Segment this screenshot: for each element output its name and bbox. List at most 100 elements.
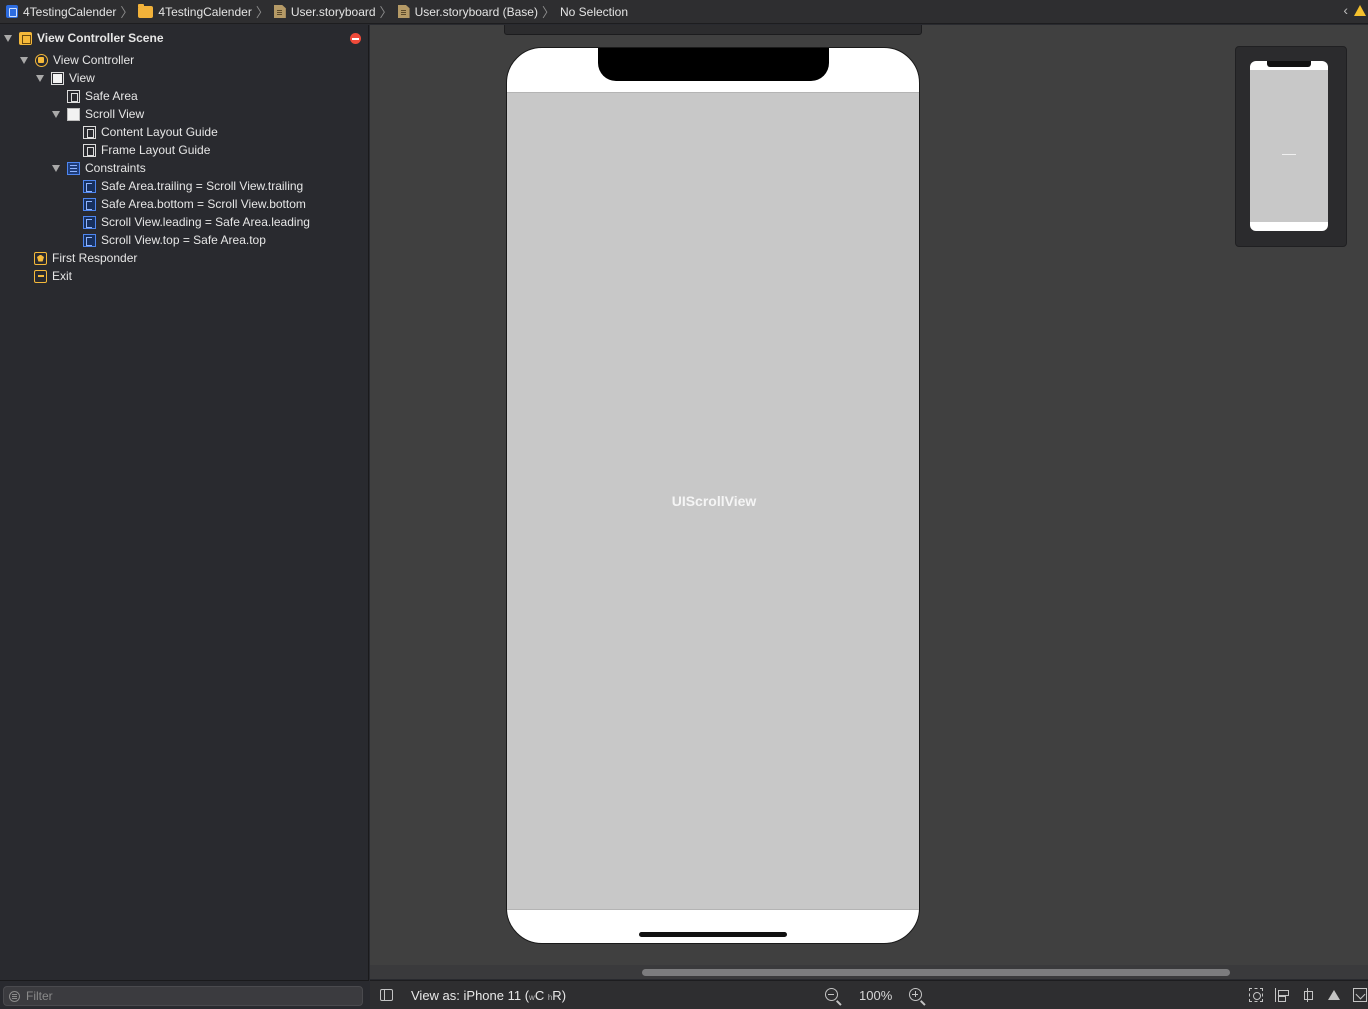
size-class-c: C <box>534 988 545 1003</box>
layout-guide-icon <box>83 143 96 157</box>
device-frame[interactable]: UIScrollView <box>506 47 920 944</box>
size-class-r: R <box>552 988 562 1003</box>
zoom-level[interactable]: 100% <box>859 988 892 1003</box>
document-outline: View Controller Scene View Controller Vi… <box>0 25 369 1009</box>
constraints-icon <box>67 161 80 175</box>
layout-guide-icon <box>83 125 96 139</box>
minimap-notch <box>1267 61 1311 67</box>
breadcrumb-label: 4TestingCalender <box>23 4 117 19</box>
storyboard-canvas[interactable]: UIScrollView <box>370 25 1368 965</box>
outline-label: Scroll View.top = Safe Area.top <box>101 233 266 247</box>
breadcrumb-label: User.storyboard (Base) <box>414 4 538 19</box>
outline-label: View Controller Scene <box>37 31 164 45</box>
outline-row-constraint[interactable]: Scroll View.leading = Safe Area.leading <box>83 213 310 231</box>
outline-label: Constraints <box>85 161 146 175</box>
constraint-icon <box>83 179 96 193</box>
chevron-right-icon: 〉 <box>120 5 134 20</box>
chevron-left-icon[interactable]: ‹ <box>1343 3 1348 17</box>
minimap-label <box>1282 154 1296 155</box>
breadcrumb-label: User.storyboard <box>290 4 376 19</box>
zoom-in-icon[interactable] <box>909 988 922 1001</box>
resolve-auto-layout-icon[interactable] <box>1327 988 1341 1002</box>
outline-label: View <box>69 71 95 85</box>
constraint-icon <box>83 233 96 247</box>
constraint-icon <box>83 215 96 229</box>
align-icon[interactable] <box>1275 988 1289 1002</box>
breadcrumb-label: No Selection <box>559 4 629 19</box>
outline-row-scroll-view[interactable]: Scroll View <box>52 105 144 123</box>
disclosure-triangle-icon[interactable] <box>4 34 13 43</box>
canvas-minimap[interactable] <box>1235 46 1347 247</box>
add-constraints-icon[interactable] <box>1301 988 1315 1002</box>
scroll-view[interactable]: UIScrollView <box>507 92 919 910</box>
disclosure-triangle-icon[interactable] <box>36 74 45 83</box>
sidebar-toggle-icon[interactable] <box>380 989 393 1001</box>
view-icon <box>51 71 64 85</box>
chevron-right-icon: 〉 <box>379 5 393 20</box>
xcodeproj-icon <box>6 5 18 18</box>
update-frames-icon[interactable] <box>1249 988 1263 1002</box>
disclosure-triangle-icon[interactable] <box>52 164 61 173</box>
outline-label: Safe Area.trailing = Scroll View.trailin… <box>101 179 304 193</box>
outline-label: Scroll View <box>85 107 145 121</box>
outline-row-frame-layout-guide[interactable]: Frame Layout Guide <box>83 141 210 159</box>
filter-bar <box>0 980 369 1009</box>
exit-icon <box>34 269 47 283</box>
filter-icon <box>9 990 20 1002</box>
scene-dock[interactable] <box>504 25 922 35</box>
outline-row-view-controller[interactable]: View Controller <box>20 51 134 69</box>
breadcrumb-storyboard-base[interactable]: User.storyboard (Base) <box>397 4 538 19</box>
outline-row-safe-area[interactable]: Safe Area <box>67 87 138 105</box>
breadcrumb-storyboard[interactable]: User.storyboard <box>273 4 376 19</box>
storyboard-file-icon <box>397 5 410 18</box>
disclosure-triangle-icon[interactable] <box>52 110 61 119</box>
warning-icon[interactable] <box>1354 4 1366 16</box>
scroll-view-icon <box>67 107 80 121</box>
jump-bar: 4TestingCalender 〉 4TestingCalender 〉 Us… <box>0 0 1368 24</box>
canvas-bottom-bar: View as: iPhone 11 (wC hR) 100% <box>370 980 1368 1009</box>
outline-row-constraint[interactable]: Safe Area.trailing = Scroll View.trailin… <box>83 177 303 195</box>
outline-row-constraint[interactable]: Safe Area.bottom = Scroll View.bottom <box>83 195 306 213</box>
outline-row-view[interactable]: View <box>36 69 95 87</box>
outline-label: Safe Area <box>85 89 138 103</box>
chevron-right-icon: 〉 <box>255 5 269 20</box>
outline-label: First Responder <box>52 251 138 265</box>
scene-icon <box>19 31 32 45</box>
view-as-prefix: View as: iPhone 11 ( <box>411 988 530 1003</box>
view-as-suffix: ) <box>561 988 567 1003</box>
outline-row-scene[interactable]: View Controller Scene <box>4 29 164 47</box>
minimap-device <box>1250 61 1328 231</box>
layout-guide-icon <box>67 89 80 103</box>
breadcrumb-label: 4TestingCalender <box>158 4 252 19</box>
outline-label: Scroll View.leading = Safe Area.leading <box>101 215 310 229</box>
disclosure-triangle-icon[interactable] <box>20 56 29 65</box>
horizontal-scrollbar[interactable] <box>370 965 1368 979</box>
home-indicator <box>639 932 787 937</box>
outline-row-exit[interactable]: Exit <box>34 267 72 285</box>
device-notch <box>598 48 829 81</box>
storyboard-file-icon <box>273 5 286 18</box>
scroll-view-label: UIScrollView <box>671 493 757 509</box>
outline-row-constraints[interactable]: Constraints <box>52 159 146 177</box>
breadcrumb-selection[interactable]: No Selection <box>560 5 628 19</box>
breadcrumb-project[interactable]: 4TestingCalender <box>6 5 116 19</box>
outline-label: Exit <box>52 269 73 283</box>
embed-in-icon[interactable] <box>1353 988 1367 1002</box>
outline-row-first-responder[interactable]: First Responder <box>34 249 137 267</box>
scrollbar-thumb[interactable] <box>642 969 1230 976</box>
view-controller-icon <box>35 53 48 67</box>
filter-field[interactable] <box>3 986 363 1006</box>
error-indicator-icon[interactable] <box>350 33 361 44</box>
outline-label: Content Layout Guide <box>101 125 218 139</box>
zoom-out-icon[interactable] <box>825 988 838 1001</box>
constraint-icon <box>83 197 96 211</box>
breadcrumb-folder[interactable]: 4TestingCalender <box>138 3 252 19</box>
outline-label: Safe Area.bottom = Scroll View.bottom <box>101 197 306 211</box>
chevron-right-icon: 〉 <box>541 5 555 20</box>
outline-label: Frame Layout Guide <box>101 143 211 157</box>
view-as-device-button[interactable]: View as: iPhone 11 (wC hR) <box>411 988 566 1003</box>
filter-input[interactable] <box>26 989 346 1003</box>
first-responder-icon <box>34 251 47 265</box>
outline-row-content-layout-guide[interactable]: Content Layout Guide <box>83 123 218 141</box>
outline-row-constraint[interactable]: Scroll View.top = Safe Area.top <box>83 231 266 249</box>
